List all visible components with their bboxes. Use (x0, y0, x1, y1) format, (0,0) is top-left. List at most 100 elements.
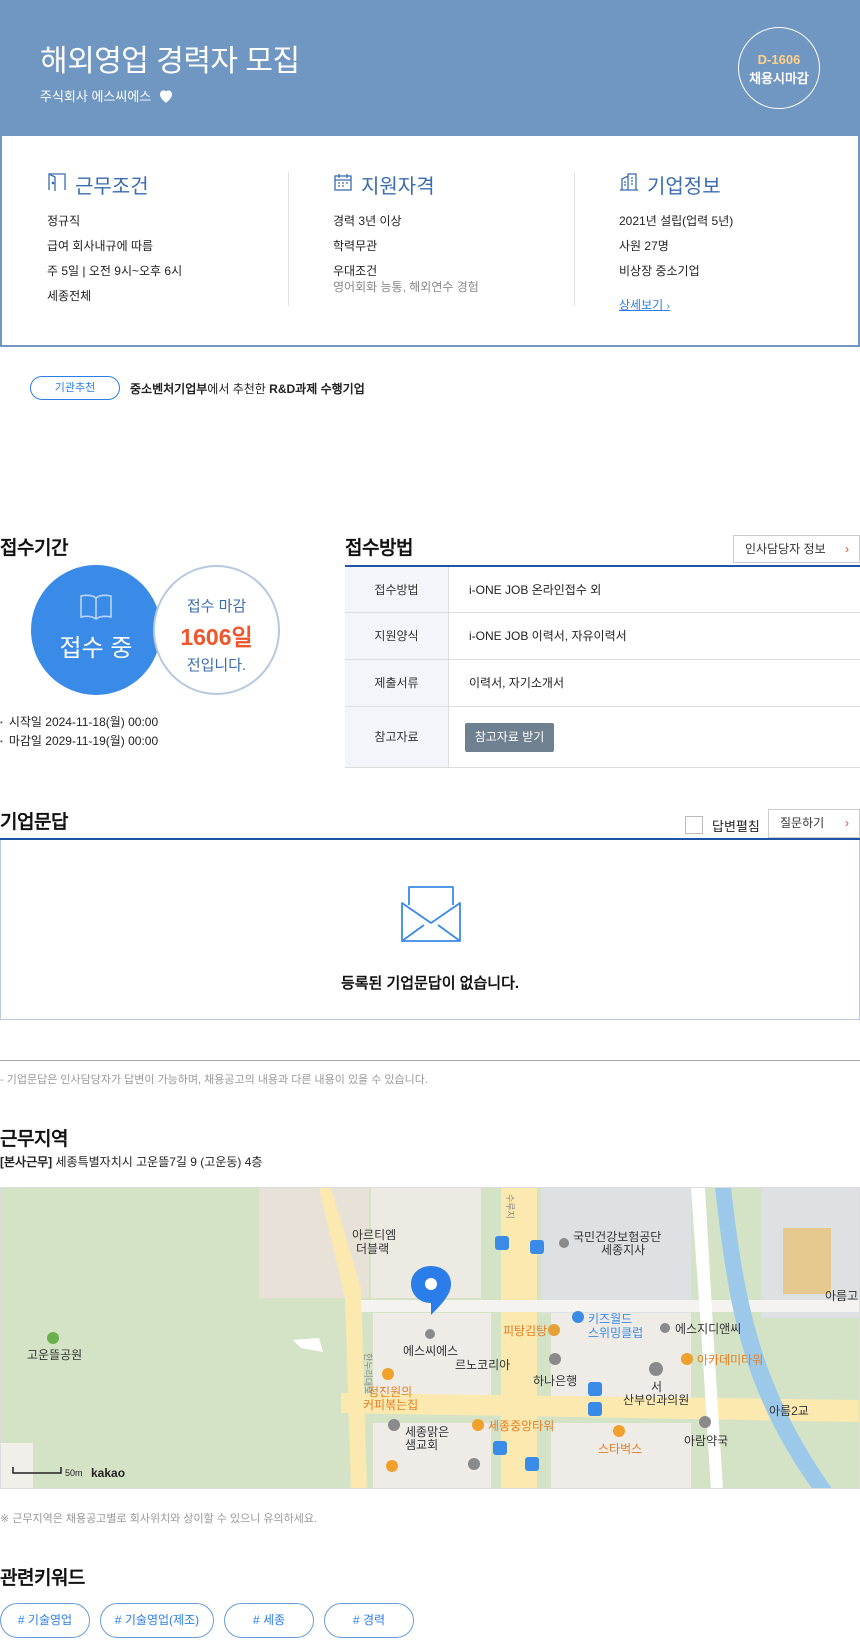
method-table: 접수방법 i-ONE JOB 온라인접수 외 지원양식 i-ONE JOB 이력… (345, 565, 860, 768)
row-value: 이력서, 자기소개서 (469, 676, 564, 690)
agency-recommendation: 기관추천 중소벤처기업부에서 추천한 R&D과제 수행기업 (30, 376, 365, 400)
company-name[interactable]: 주식회사 에스씨에스 (40, 86, 151, 105)
deadline-type: 채용시마감 (749, 71, 809, 86)
recommend-mid: 에서 추천한 (207, 381, 270, 396)
map-label: 에스지디앤씨 (675, 1322, 741, 1336)
dday-badge: D-1606 채용시마감 (738, 27, 820, 109)
table-row: 지원양식 i-ONE JOB 이력서, 자유이력서 (345, 613, 860, 660)
qa-list (0, 840, 860, 1020)
map-label: 아름2교 (769, 1404, 809, 1418)
map-label: 세종맑은 (405, 1425, 449, 1439)
table-row: 제출서류 이력서, 자기소개서 (345, 660, 860, 707)
work-address: [본사근무] 세종특별자치시 고운뜰7길 9 (고운동) 4층 (0, 1153, 262, 1170)
remaining-suffix: 전입니다. (186, 657, 247, 674)
table-row: 접수방법 i-ONE JOB 온라인접수 외 (345, 567, 860, 613)
keyword-tag[interactable]: # 기술영업(제조) (100, 1603, 214, 1638)
map-canvas[interactable]: 고운뜰공원 아르티엠 더블랙 국민건강보험공단 세종지사 키즈월드 스위밍클럽 … (1, 1188, 860, 1489)
chevron-right-icon: › (845, 542, 849, 556)
row-key: 참고자료 (345, 707, 449, 767)
work-line: 주 5일 | 오전 9시~오후 6시 (47, 264, 183, 278)
keyword-list: # 기술영업 # 기술영업(제조) # 세종 # 경력 (0, 1603, 414, 1638)
ask-question-label: 질문하기 (780, 816, 825, 830)
expand-answers-checkbox[interactable] (685, 816, 703, 834)
map-label: 피탕김탕 (503, 1324, 547, 1338)
poi-icon (572, 1311, 584, 1323)
map-label: 샘교회 (405, 1438, 438, 1452)
company-detail-label: 상세보기 (619, 298, 664, 312)
keyword-tag[interactable]: # 경력 (324, 1603, 414, 1638)
qualify-line: 학력무관 (333, 239, 378, 253)
job-summary-box: 근무조건 정규직 급여 회사내규에 따름 주 5일 | 오전 9시~오후 6시 … (0, 136, 860, 347)
envelope-icon (400, 883, 462, 948)
map-label: 산부인과의원 (623, 1393, 689, 1407)
recommend-badge: 기관추천 (30, 376, 120, 400)
bus-stop-icon (493, 1441, 507, 1455)
recommend-tag: R&D과제 수행기업 (269, 381, 365, 396)
job-title: 해외영업 경력자 모집 (40, 45, 300, 78)
period-title: 접수기간 (0, 538, 68, 559)
poi-icon (549, 1353, 561, 1365)
poi-icon (681, 1353, 693, 1365)
kakao-logo: kakao (91, 1466, 125, 1480)
map[interactable]: 고운뜰공원 아르티엠 더블랙 국민건강보험공단 세종지사 키즈월드 스위밍클럽 … (0, 1187, 860, 1489)
map-label: 세종중앙타워 (488, 1419, 554, 1433)
bus-stop-icon (495, 1236, 509, 1250)
remaining-label: 접수 마감 (186, 598, 247, 615)
company-info: 기업정보 2021년 설립(업력 5년) 사원 27명 비상장 중소기업 상세보… (619, 170, 733, 314)
heart-icon[interactable] (157, 87, 175, 105)
preferred-conditions: 영어회화 능통, 해외연수 경험 (333, 280, 479, 294)
map-label: 아름고 (825, 1289, 858, 1303)
row-key: 지원양식 (345, 613, 449, 659)
recommend-agency: 중소벤처기업부 (130, 381, 208, 396)
row-key: 제출서류 (345, 660, 449, 706)
keywords-title: 관련키워드 (0, 1568, 85, 1589)
end-date: 마감일 2029-11-19(월) 00:00 (0, 732, 158, 751)
qa-title: 기업문답 (0, 812, 68, 833)
map-label: 아르티엠 (352, 1228, 396, 1242)
ask-question-button[interactable]: 질문하기 › (768, 809, 860, 838)
poi-icon (388, 1419, 400, 1431)
qa-note: - 기업문답은 인사담당자가 답변이 가능하며, 채용공고의 내용과 다른 내용… (0, 1074, 428, 1086)
hr-contact-label: 인사담당자 정보 (745, 542, 826, 556)
park-icon (47, 1332, 59, 1344)
start-date: 시작일 2024-11-18(월) 00:00 (0, 713, 158, 732)
keyword-tag[interactable]: # 기술영업 (0, 1603, 90, 1638)
poi-icon (559, 1238, 569, 1248)
work-line: 급여 회사내규에 따름 (47, 239, 154, 253)
bus-stop-icon (525, 1457, 539, 1471)
bus-stop-icon (530, 1240, 544, 1254)
poi-icon (425, 1329, 435, 1339)
work-line: 정규직 (47, 214, 81, 228)
dday-count: D-1606 (757, 52, 801, 67)
map-label: 서 (651, 1380, 662, 1394)
row-key: 접수방법 (345, 567, 449, 612)
poi-icon (548, 1324, 560, 1336)
work-conditions: 근무조건 정규직 급여 회사내규에 따름 주 5일 | 오전 9시~오후 6시 … (47, 170, 182, 309)
building-icon (619, 172, 639, 198)
map-label: 수루지 (505, 1194, 515, 1219)
divider (574, 172, 575, 306)
divider (288, 172, 289, 306)
download-reference-button[interactable]: 참고자료 받기 (465, 722, 554, 752)
hr-contact-button[interactable]: 인사담당자 정보 › (733, 535, 860, 563)
company-detail-link[interactable]: 상세보기 › (619, 296, 670, 313)
poi-icon (468, 1458, 480, 1470)
remaining-days: 1606일 (180, 624, 253, 650)
poi-icon (472, 1419, 484, 1431)
keyword-tag[interactable]: # 세종 (224, 1603, 314, 1638)
application-status: 접수 중 (59, 635, 133, 662)
map-label: 고운뜰공원 (27, 1348, 82, 1362)
map-label: 커피볶는집 (363, 1398, 418, 1412)
divider (0, 1060, 860, 1061)
qualify-line: 경력 3년 이상 (333, 214, 402, 228)
book-icon (31, 593, 161, 626)
chevron-right-icon: › (666, 301, 670, 312)
map-label: 하나은행 (533, 1373, 577, 1388)
map-label: 스타벅스 (598, 1442, 642, 1456)
expand-answers-label[interactable]: 답변펼침 (712, 816, 760, 835)
bus-stop-icon (588, 1382, 602, 1396)
job-header: 해외영업 경력자 모집 주식회사 에스씨에스 D-1606 채용시마감 (0, 0, 860, 136)
chevron-right-icon: › (845, 816, 849, 830)
company-line: 2021년 설립(업력 5년) (619, 214, 734, 228)
remaining-circle: 접수 마감 1606일 전입니다. (153, 565, 280, 695)
